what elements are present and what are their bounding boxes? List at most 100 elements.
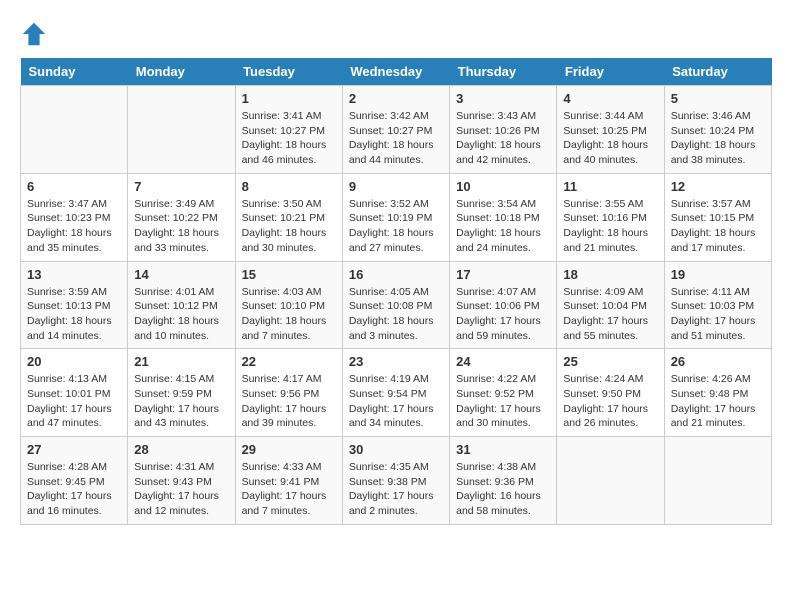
calendar-cell: 18Sunrise: 4:09 AM Sunset: 10:04 PM Dayl… — [557, 261, 664, 349]
header-day: Thursday — [450, 58, 557, 86]
day-info: Sunrise: 4:03 AM Sunset: 10:10 PM Daylig… — [242, 285, 336, 344]
day-info: Sunrise: 4:01 AM Sunset: 10:12 PM Daylig… — [134, 285, 228, 344]
day-info: Sunrise: 3:55 AM Sunset: 10:16 PM Daylig… — [563, 197, 657, 256]
day-number: 26 — [671, 354, 765, 369]
day-info: Sunrise: 3:50 AM Sunset: 10:21 PM Daylig… — [242, 197, 336, 256]
day-info: Sunrise: 4:13 AM Sunset: 10:01 PM Daylig… — [27, 372, 121, 431]
calendar-cell: 6 Sunrise: 3:47 AM Sunset: 10:23 PM Dayli… — [21, 173, 128, 261]
calendar-cell: 20 Sunrise: 4:13 AM Sunset: 10:01 PM Dayl… — [21, 349, 128, 437]
calendar-cell: 31 Sunrise: 4:38 AM Sunset: 9:36 PM Dayli… — [450, 437, 557, 525]
day-info: Sunrise: 3:46 AM Sunset: 10:24 PM Daylig… — [671, 109, 765, 168]
calendar-cell: 5 Sunrise: 3:46 AM Sunset: 10:24 PM Dayli… — [664, 86, 771, 174]
day-info: Sunrise: 3:47 AM Sunset: 10:23 PM Daylig… — [27, 197, 121, 256]
header-day: Sunday — [21, 58, 128, 86]
day-info: Sunrise: 4:09 AM Sunset: 10:04 PM Daylig… — [563, 285, 657, 344]
calendar-cell: 7 Sunrise: 3:49 AM Sunset: 10:22 PM Dayli… — [128, 173, 235, 261]
day-info: Sunrise: 4:17 AM Sunset: 9:56 PM Dayligh… — [242, 372, 336, 431]
calendar-row: 1 Sunrise: 3:41 AM Sunset: 10:27 PM Dayli… — [21, 86, 772, 174]
day-number: 2 — [349, 91, 443, 106]
header-day: Friday — [557, 58, 664, 86]
day-info: Sunrise: 4:22 AM Sunset: 9:52 PM Dayligh… — [456, 372, 550, 431]
calendar-cell: 3 Sunrise: 3:43 AM Sunset: 10:26 PM Dayli… — [450, 86, 557, 174]
day-number: 30 — [349, 442, 443, 457]
day-number: 23 — [349, 354, 443, 369]
day-number: 15 — [242, 267, 336, 282]
header-day: Wednesday — [342, 58, 449, 86]
day-number: 29 — [242, 442, 336, 457]
day-number: 13 — [27, 267, 121, 282]
day-number: 6 — [27, 179, 121, 194]
day-number: 27 — [27, 442, 121, 457]
day-info: Sunrise: 4:38 AM Sunset: 9:36 PM Dayligh… — [456, 460, 550, 519]
page-header — [20, 20, 772, 48]
day-info: Sunrise: 3:42 AM Sunset: 10:27 PM Daylig… — [349, 109, 443, 168]
day-number: 20 — [27, 354, 121, 369]
calendar-row: 20 Sunrise: 4:13 AM Sunset: 10:01 PM Dayl… — [21, 349, 772, 437]
day-number: 12 — [671, 179, 765, 194]
day-number: 28 — [134, 442, 228, 457]
day-info: Sunrise: 4:26 AM Sunset: 9:48 PM Dayligh… — [671, 372, 765, 431]
calendar-cell: 12 Sunrise: 3:57 AM Sunset: 10:15 PM Dayl… — [664, 173, 771, 261]
day-number: 9 — [349, 179, 443, 194]
day-number: 16 — [349, 267, 443, 282]
calendar-cell: 26 Sunrise: 4:26 AM Sunset: 9:48 PM Dayli… — [664, 349, 771, 437]
calendar-cell: 4Sunrise: 3:44 AM Sunset: 10:25 PM Dayli… — [557, 86, 664, 174]
day-info: Sunrise: 3:41 AM Sunset: 10:27 PM Daylig… — [242, 109, 336, 168]
day-info: Sunrise: 4:05 AM Sunset: 10:08 PM Daylig… — [349, 285, 443, 344]
day-info: Sunrise: 3:43 AM Sunset: 10:26 PM Daylig… — [456, 109, 550, 168]
day-number: 7 — [134, 179, 228, 194]
day-number: 5 — [671, 91, 765, 106]
calendar-cell: 11 Sunrise: 3:55 AM Sunset: 10:16 PM Dayl… — [557, 173, 664, 261]
calendar-cell — [557, 437, 664, 525]
calendar-cell: 1 Sunrise: 3:41 AM Sunset: 10:27 PM Dayli… — [235, 86, 342, 174]
day-info: Sunrise: 4:24 AM Sunset: 9:50 PM Dayligh… — [563, 372, 657, 431]
day-number: 31 — [456, 442, 550, 457]
calendar-row: 6 Sunrise: 3:47 AM Sunset: 10:23 PM Dayli… — [21, 173, 772, 261]
calendar-cell: 13 Sunrise: 3:59 AM Sunset: 10:13 PM Dayl… — [21, 261, 128, 349]
calendar-cell: 24 Sunrise: 4:22 AM Sunset: 9:52 PM Dayli… — [450, 349, 557, 437]
calendar-cell: 30 Sunrise: 4:35 AM Sunset: 9:38 PM Dayli… — [342, 437, 449, 525]
calendar-header: SundayMondayTuesdayWednesdayThursdayFrid… — [21, 58, 772, 86]
day-info: Sunrise: 4:35 AM Sunset: 9:38 PM Dayligh… — [349, 460, 443, 519]
calendar-cell: 14 Sunrise: 4:01 AM Sunset: 10:12 PM Dayl… — [128, 261, 235, 349]
calendar-cell — [664, 437, 771, 525]
day-number: 22 — [242, 354, 336, 369]
day-number: 24 — [456, 354, 550, 369]
day-number: 3 — [456, 91, 550, 106]
day-number: 11 — [563, 179, 657, 194]
logo — [20, 20, 52, 48]
calendar-cell: 17Sunrise: 4:07 AM Sunset: 10:06 PM Dayl… — [450, 261, 557, 349]
calendar-table: SundayMondayTuesdayWednesdayThursdayFrid… — [20, 58, 772, 525]
day-info: Sunrise: 3:52 AM Sunset: 10:19 PM Daylig… — [349, 197, 443, 256]
day-info: Sunrise: 3:49 AM Sunset: 10:22 PM Daylig… — [134, 197, 228, 256]
day-info: Sunrise: 3:57 AM Sunset: 10:15 PM Daylig… — [671, 197, 765, 256]
calendar-cell: 21 Sunrise: 4:15 AM Sunset: 9:59 PM Dayli… — [128, 349, 235, 437]
day-info: Sunrise: 4:11 AM Sunset: 10:03 PM Daylig… — [671, 285, 765, 344]
day-info: Sunrise: 3:59 AM Sunset: 10:13 PM Daylig… — [27, 285, 121, 344]
calendar-cell: 2 Sunrise: 3:42 AM Sunset: 10:27 PM Dayli… — [342, 86, 449, 174]
calendar-cell: 27 Sunrise: 4:28 AM Sunset: 9:45 PM Dayli… — [21, 437, 128, 525]
calendar-cell: 15 Sunrise: 4:03 AM Sunset: 10:10 PM Dayl… — [235, 261, 342, 349]
day-number: 8 — [242, 179, 336, 194]
day-number: 14 — [134, 267, 228, 282]
day-info: Sunrise: 4:15 AM Sunset: 9:59 PM Dayligh… — [134, 372, 228, 431]
day-info: Sunrise: 4:19 AM Sunset: 9:54 PM Dayligh… — [349, 372, 443, 431]
calendar-cell — [128, 86, 235, 174]
calendar-cell: 22 Sunrise: 4:17 AM Sunset: 9:56 PM Dayli… — [235, 349, 342, 437]
day-info: Sunrise: 4:28 AM Sunset: 9:45 PM Dayligh… — [27, 460, 121, 519]
day-number: 19 — [671, 267, 765, 282]
day-info: Sunrise: 3:44 AM Sunset: 10:25 PM Daylig… — [563, 109, 657, 168]
day-info: Sunrise: 4:31 AM Sunset: 9:43 PM Dayligh… — [134, 460, 228, 519]
day-number: 21 — [134, 354, 228, 369]
day-info: Sunrise: 4:07 AM Sunset: 10:06 PM Daylig… — [456, 285, 550, 344]
calendar-cell: 9 Sunrise: 3:52 AM Sunset: 10:19 PM Dayli… — [342, 173, 449, 261]
day-number: 1 — [242, 91, 336, 106]
calendar-cell: 19 Sunrise: 4:11 AM Sunset: 10:03 PM Dayl… — [664, 261, 771, 349]
calendar-row: 27 Sunrise: 4:28 AM Sunset: 9:45 PM Dayli… — [21, 437, 772, 525]
calendar-cell: 29Sunrise: 4:33 AM Sunset: 9:41 PM Dayli… — [235, 437, 342, 525]
logo-icon — [20, 20, 48, 48]
header-row: SundayMondayTuesdayWednesdayThursdayFrid… — [21, 58, 772, 86]
calendar-cell — [21, 86, 128, 174]
calendar-cell: 28 Sunrise: 4:31 AM Sunset: 9:43 PM Dayli… — [128, 437, 235, 525]
calendar-cell: 23 Sunrise: 4:19 AM Sunset: 9:54 PM Dayli… — [342, 349, 449, 437]
